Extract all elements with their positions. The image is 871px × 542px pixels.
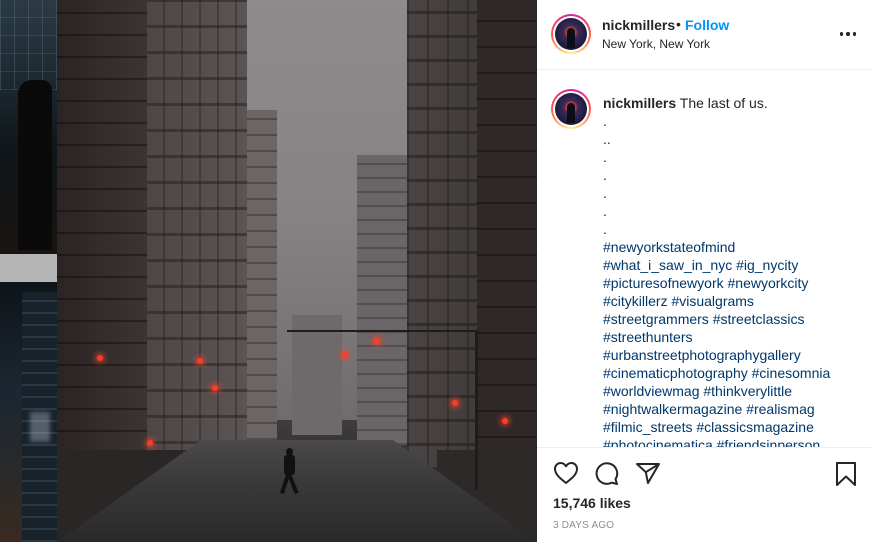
follow-button[interactable]: Follow xyxy=(685,17,729,33)
caption-dot-line: . xyxy=(603,185,607,201)
comment-bubble-icon[interactable] xyxy=(594,461,620,490)
traffic-light xyxy=(502,418,508,424)
caption-text: The last of us. xyxy=(679,95,768,111)
hashtag-line[interactable]: #filmic_streets #classicsmagazine xyxy=(603,418,865,436)
hashtag-line[interactable]: #what_i_saw_in_nyc #ig_nycity xyxy=(603,256,865,274)
likes-count[interactable]: 15,746 likes xyxy=(553,495,631,511)
hashtag-line[interactable]: #streethunters xyxy=(603,328,865,346)
traffic-light xyxy=(97,355,103,361)
pedestrian-silhouette xyxy=(280,448,299,496)
traffic-light xyxy=(212,385,218,391)
previous-photo-bottom xyxy=(0,282,57,542)
strip-divider xyxy=(0,254,57,282)
post-photo[interactable] xyxy=(57,0,537,542)
follow-separator-dot: • xyxy=(676,16,681,32)
hashtag-line[interactable]: #citykillerz #visualgrams xyxy=(603,292,865,310)
traffic-light xyxy=(452,400,458,406)
caption-username[interactable]: nickmillers xyxy=(603,95,676,111)
hashtag-line[interactable]: #picturesofnewyork #newyorkcity xyxy=(603,274,865,292)
caption-dot-line: . xyxy=(603,167,607,183)
caption-dot-line: . xyxy=(603,113,607,129)
author-username[interactable]: nickmillers xyxy=(602,17,675,33)
caption-dot-line: . xyxy=(603,203,607,219)
hashtag-line[interactable]: #newyorkstateofmind xyxy=(603,238,865,256)
hashtag-line[interactable]: #photocinematica #friendsinperson xyxy=(603,436,865,447)
author-avatar[interactable] xyxy=(551,14,591,54)
hashtag-line[interactable]: #streetgrammers #streetclassics xyxy=(603,310,865,328)
caption-dot-line: .. xyxy=(603,131,611,147)
instagram-post-viewer: nickmillers • Follow New York, New York … xyxy=(0,0,871,542)
caption-author-avatar[interactable] xyxy=(551,89,591,129)
comments-section[interactable]: nickmillers The last of us. . .. . . . .… xyxy=(537,71,871,447)
previous-photo-top xyxy=(0,0,57,254)
hashtag-line[interactable]: #cinematicphotography #cinesomnia xyxy=(603,364,865,382)
bookmark-icon[interactable] xyxy=(835,461,857,492)
hashtag-line[interactable]: #urbanstreetphotographygallery xyxy=(603,346,865,364)
caption-dot-line: . xyxy=(603,221,607,237)
traffic-light xyxy=(374,338,380,344)
post-location[interactable]: New York, New York xyxy=(602,37,710,51)
traffic-light xyxy=(147,440,153,446)
paper-plane-icon[interactable] xyxy=(635,461,661,490)
post-header: nickmillers • Follow New York, New York xyxy=(537,0,871,70)
hashtag-line[interactable]: #worldviewmag #thinkverylittle xyxy=(603,382,865,400)
hashtag-line[interactable]: #nightwalkermagazine #realismag xyxy=(603,400,865,418)
more-options-icon[interactable] xyxy=(837,24,859,44)
post-actions: 15,746 likes 3 DAYS AGO xyxy=(537,447,871,542)
previous-post-strip[interactable] xyxy=(0,0,57,542)
post-timestamp[interactable]: 3 DAYS AGO xyxy=(553,520,614,531)
traffic-light xyxy=(197,358,203,364)
caption-dot-line: . xyxy=(603,149,607,165)
post-side-panel: nickmillers • Follow New York, New York … xyxy=(537,0,871,542)
traffic-light xyxy=(342,352,348,358)
post-caption: nickmillers The last of us. . .. . . . .… xyxy=(603,94,865,447)
heart-icon[interactable] xyxy=(553,461,579,490)
